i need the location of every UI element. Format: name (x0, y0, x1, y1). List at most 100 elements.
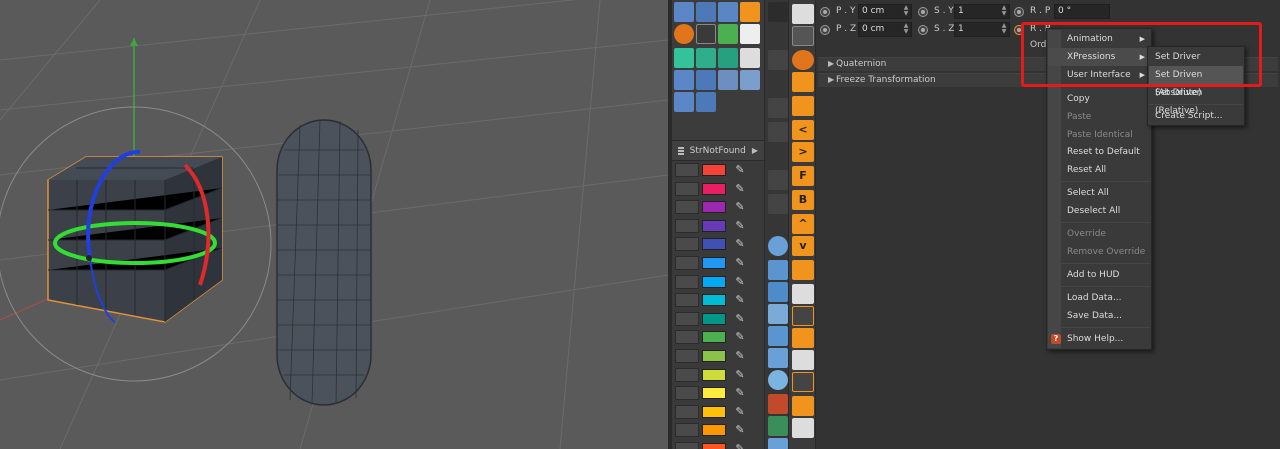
eyedropper-icon[interactable]: ✎ (732, 404, 748, 420)
animate-radio[interactable] (820, 7, 830, 17)
layer-toggle[interactable] (675, 237, 699, 252)
tool-icon-1[interactable] (674, 2, 694, 22)
eyedropper-icon[interactable]: ✎ (732, 162, 748, 178)
eyedropper-icon[interactable]: ✎ (732, 367, 748, 383)
submenu-item-create-script[interactable]: Create Script... (1149, 107, 1243, 125)
hamburger-menu-icon[interactable] (678, 146, 684, 155)
cube-primitive-icon[interactable] (768, 282, 788, 302)
layer-row[interactable]: ✎ (672, 310, 764, 328)
primitive-icon[interactable] (768, 438, 788, 449)
eyedropper-icon[interactable]: ✎ (732, 422, 748, 438)
layer-row[interactable]: ✎ (672, 235, 764, 253)
layer-row[interactable]: ✎ (672, 328, 764, 346)
strip-icon[interactable] (768, 194, 788, 214)
spinner-icon[interactable]: ▲ ▼ (902, 23, 910, 36)
b-key-icon[interactable]: B (792, 190, 814, 210)
color-swatch[interactable] (702, 405, 726, 418)
tag-green-icon-2[interactable] (696, 48, 716, 68)
animate-radio[interactable] (918, 25, 928, 35)
gear-icon[interactable] (792, 418, 814, 438)
layer-row[interactable]: ✎ (672, 180, 764, 198)
eyedropper-icon[interactable]: ✎ (732, 311, 748, 327)
color-swatch[interactable] (702, 294, 726, 307)
figure-primitive-icon[interactable] (768, 394, 788, 414)
animate-radio[interactable] (820, 25, 830, 35)
strip-icon[interactable] (768, 2, 788, 22)
tool-icon-11[interactable] (718, 70, 738, 90)
expand-arrow-icon[interactable]: ▶ (828, 59, 834, 68)
tool-icon-10[interactable] (696, 70, 716, 90)
eyedropper-icon[interactable]: ✎ (732, 329, 748, 345)
color-swatch[interactable] (702, 424, 726, 437)
viewport-3d[interactable] (0, 0, 668, 449)
tool-icon-3[interactable] (718, 2, 738, 22)
chevron-left-icon[interactable]: < (792, 120, 814, 140)
eyedropper-icon[interactable]: ✎ (732, 236, 748, 252)
menu-item-paste[interactable]: Paste (1048, 108, 1150, 126)
menu-item-override[interactable]: Override (1048, 225, 1150, 243)
chevron-down-icon[interactable]: v (792, 236, 814, 256)
cone-primitive-icon[interactable] (768, 260, 788, 280)
cube-orange-icon-2[interactable] (792, 96, 814, 116)
layer-toggle[interactable] (675, 349, 699, 363)
pyramid-primitive-icon[interactable] (768, 348, 788, 368)
layer-row[interactable]: ✎ (672, 421, 764, 439)
eye-icon-2[interactable] (740, 48, 760, 68)
layer-toggle[interactable] (675, 423, 699, 438)
menu-item-copy[interactable]: Copy (1048, 90, 1150, 108)
spline-icon[interactable] (792, 306, 814, 326)
layer-toggle[interactable] (675, 311, 699, 326)
color-swatch[interactable] (702, 164, 726, 176)
distribute-icon[interactable] (792, 396, 814, 416)
layer-row[interactable]: ✎ (672, 366, 764, 384)
rotation-p-field[interactable]: 0 ° (1054, 4, 1110, 19)
eyedropper-icon[interactable]: ✎ (732, 181, 748, 197)
color-swatch[interactable] (702, 312, 726, 325)
color-swatch[interactable] (702, 331, 726, 344)
layer-row[interactable]: ✎ (672, 217, 764, 235)
spinner-icon[interactable]: ▲ ▼ (1000, 23, 1008, 36)
plane-primitive-icon[interactable] (768, 326, 788, 346)
cube-orange-icon[interactable] (792, 72, 814, 92)
array-icon[interactable] (792, 350, 814, 370)
chevron-right-icon[interactable]: > (792, 142, 814, 162)
tool-icon-12[interactable] (740, 70, 760, 90)
layer-row[interactable]: ✎ (672, 440, 764, 449)
layer-toggle[interactable] (675, 256, 699, 270)
layer-row[interactable]: ✎ (672, 384, 764, 402)
layer-toggle[interactable] (675, 274, 699, 289)
eyedropper-icon[interactable]: ✎ (732, 441, 748, 449)
menu-item-deselect-all[interactable]: Deselect All (1048, 202, 1150, 220)
layer-row[interactable]: ✎ (672, 254, 764, 272)
eyedropper-icon[interactable]: ✎ (732, 255, 748, 271)
animate-radio[interactable] (918, 7, 928, 17)
cylinder-primitive-icon[interactable] (768, 304, 788, 324)
color-swatch[interactable] (702, 350, 726, 362)
color-swatch[interactable] (702, 387, 726, 400)
spinner-icon[interactable]: ▲ ▼ (902, 5, 910, 18)
layer-panel-header[interactable]: StrNotFound ▶ (672, 141, 764, 161)
menu-item-load-data[interactable]: Load Data... (1048, 289, 1150, 307)
tool-icon-2[interactable] (696, 2, 716, 22)
chevron-up-icon[interactable]: ^ (792, 214, 814, 234)
layer-toggle[interactable] (675, 181, 699, 196)
strip-icon[interactable] (768, 122, 788, 142)
animate-radio[interactable] (1014, 7, 1024, 17)
align-icon[interactable] (792, 284, 814, 304)
layer-toggle[interactable] (675, 367, 699, 382)
no-entry-icon[interactable] (674, 24, 694, 44)
layout-icon[interactable] (792, 4, 814, 24)
eyedropper-icon[interactable]: ✎ (732, 348, 748, 364)
menu-item-paste-identical[interactable]: Paste Identical (1048, 126, 1150, 144)
menu-item-save-data[interactable]: Save Data... (1048, 307, 1150, 325)
path-icon[interactable] (792, 328, 814, 348)
color-swatch[interactable] (702, 238, 726, 251)
color-swatch[interactable] (702, 275, 726, 288)
menu-item-reset-all[interactable]: Reset All (1048, 161, 1150, 179)
f-key-icon[interactable]: F (792, 166, 814, 186)
number-primitive-icon[interactable] (768, 416, 788, 436)
strip-icon[interactable] (768, 98, 788, 118)
tag-green-icon-3[interactable] (718, 48, 738, 68)
layer-toggle[interactable] (675, 404, 699, 419)
eyedropper-icon[interactable]: ✎ (732, 199, 748, 215)
